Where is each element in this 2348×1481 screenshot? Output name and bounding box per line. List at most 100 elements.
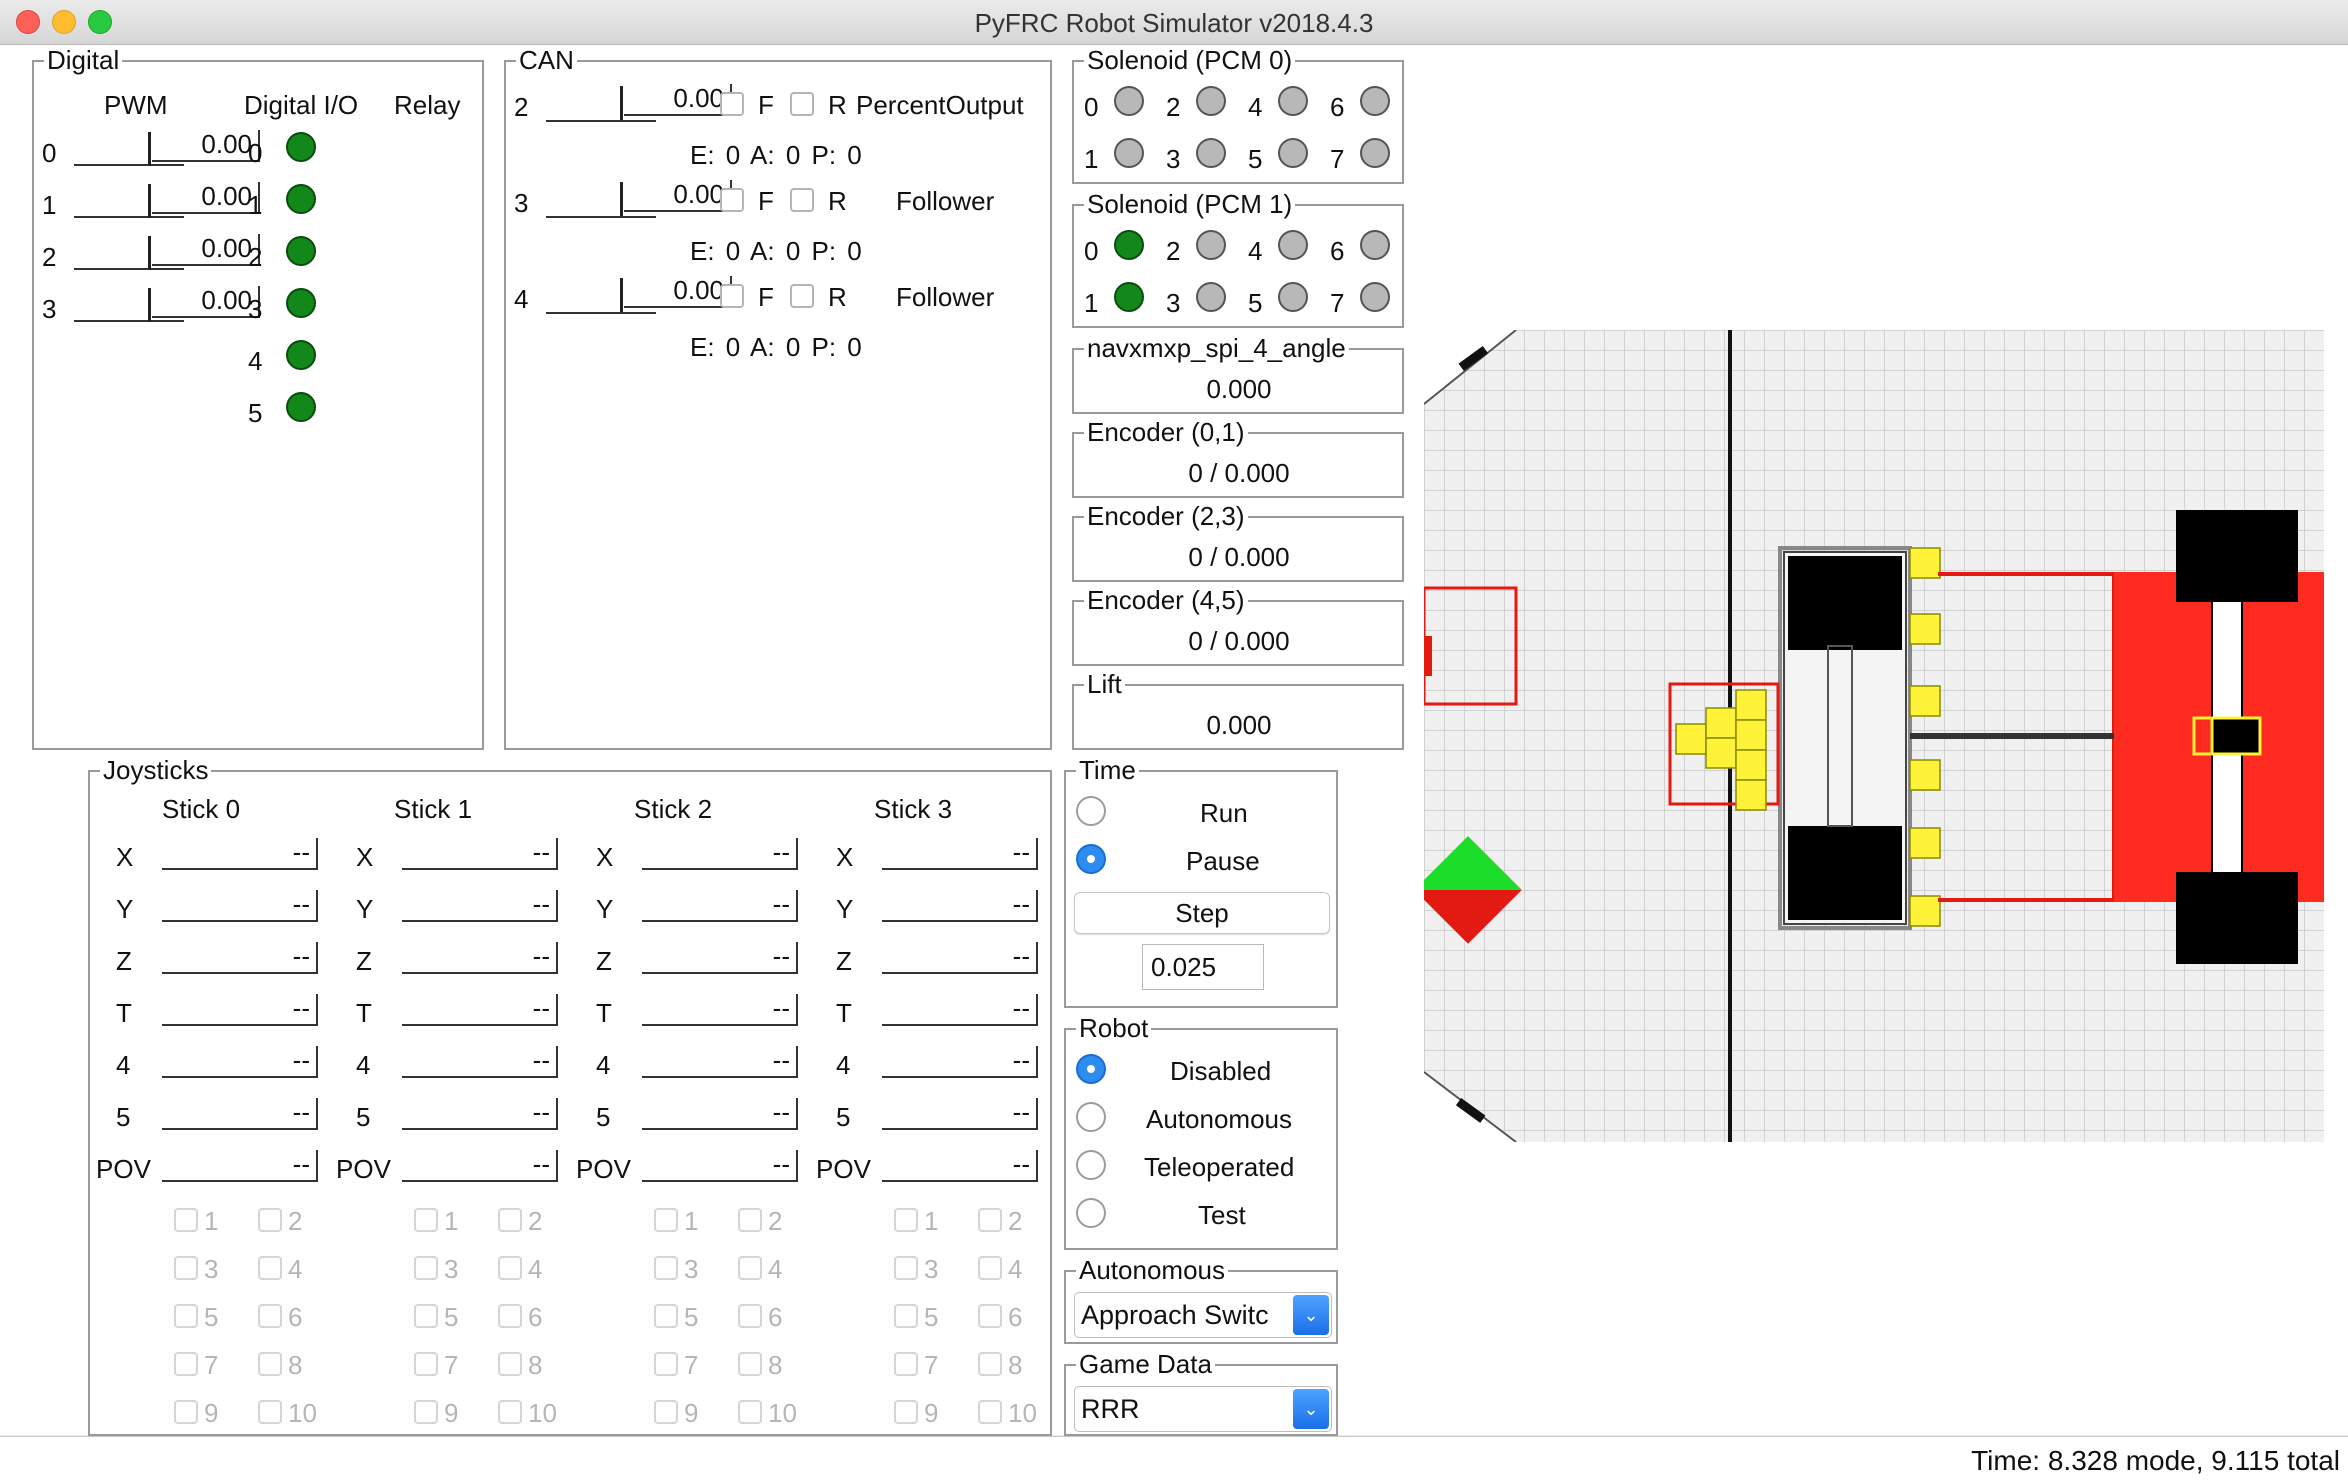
pwm-slider-handle-0[interactable] [148, 132, 151, 166]
axis-value[interactable]: -- [642, 890, 798, 922]
solenoid-led[interactable] [1360, 230, 1390, 260]
pwm-slider-handle-2[interactable] [148, 236, 151, 270]
pause-radio[interactable] [1076, 844, 1106, 874]
joystick-button-checkbox[interactable] [258, 1256, 282, 1280]
pwm-slider-2[interactable] [74, 268, 184, 270]
autonomous-select[interactable]: Approach Switc ⌄ [1074, 1292, 1332, 1338]
solenoid-led[interactable] [1114, 230, 1144, 260]
pwm-slider-1[interactable] [74, 216, 184, 218]
joystick-button-checkbox[interactable] [978, 1352, 1002, 1376]
axis-value[interactable]: -- [402, 890, 558, 922]
joystick-button-checkbox[interactable] [498, 1304, 522, 1328]
can-reverse-checkbox[interactable] [790, 92, 814, 116]
can-slider[interactable] [546, 216, 656, 218]
joystick-button-checkbox[interactable] [738, 1208, 762, 1232]
solenoid-led[interactable] [1196, 86, 1226, 116]
axis-value[interactable]: -- [162, 942, 318, 974]
axis-value[interactable]: -- [882, 942, 1038, 974]
joystick-button-checkbox[interactable] [654, 1352, 678, 1376]
joystick-button-checkbox[interactable] [498, 1352, 522, 1376]
joystick-button-checkbox[interactable] [258, 1400, 282, 1424]
joystick-button-checkbox[interactable] [414, 1352, 438, 1376]
axis-value[interactable]: -- [642, 942, 798, 974]
axis-value[interactable]: -- [402, 1046, 558, 1078]
joystick-button-checkbox[interactable] [978, 1256, 1002, 1280]
joystick-button-checkbox[interactable] [894, 1352, 918, 1376]
joystick-button-checkbox[interactable] [258, 1352, 282, 1376]
axis-value[interactable]: -- [162, 994, 318, 1026]
run-radio[interactable] [1076, 796, 1106, 826]
can-slider-handle[interactable] [620, 278, 623, 312]
joystick-button-checkbox[interactable] [498, 1256, 522, 1280]
joystick-button-checkbox[interactable] [174, 1400, 198, 1424]
joystick-button-checkbox[interactable] [894, 1304, 918, 1328]
solenoid-led[interactable] [1278, 230, 1308, 260]
axis-value[interactable]: -- [882, 1046, 1038, 1078]
axis-value[interactable]: -- [882, 1150, 1038, 1182]
joystick-button-checkbox[interactable] [978, 1304, 1002, 1328]
disabled-radio[interactable] [1076, 1054, 1106, 1084]
test-radio[interactable] [1076, 1198, 1106, 1228]
solenoid-led[interactable] [1196, 230, 1226, 260]
axis-value[interactable]: -- [162, 1150, 318, 1182]
solenoid-led[interactable] [1114, 282, 1144, 312]
joystick-button-checkbox[interactable] [978, 1208, 1002, 1232]
solenoid-led[interactable] [1360, 282, 1390, 312]
game-data-select[interactable]: RRR ⌄ [1074, 1386, 1332, 1432]
joystick-button-checkbox[interactable] [414, 1304, 438, 1328]
dio-led-3[interactable] [286, 288, 316, 318]
can-reverse-checkbox[interactable] [790, 284, 814, 308]
joystick-button-checkbox[interactable] [174, 1208, 198, 1232]
solenoid-led[interactable] [1278, 86, 1308, 116]
joystick-button-checkbox[interactable] [894, 1400, 918, 1424]
joystick-button-checkbox[interactable] [174, 1304, 198, 1328]
solenoid-led[interactable] [1360, 138, 1390, 168]
axis-value[interactable]: -- [402, 942, 558, 974]
dio-led-4[interactable] [286, 340, 316, 370]
axis-value[interactable]: -- [642, 1098, 798, 1130]
joystick-button-checkbox[interactable] [978, 1400, 1002, 1424]
axis-value[interactable]: -- [642, 1150, 798, 1182]
can-slider[interactable] [546, 312, 656, 314]
joystick-button-checkbox[interactable] [738, 1400, 762, 1424]
joystick-button-checkbox[interactable] [654, 1256, 678, 1280]
axis-value[interactable]: -- [402, 1098, 558, 1130]
axis-value[interactable]: -- [402, 838, 558, 870]
axis-value[interactable]: -- [162, 890, 318, 922]
joystick-button-checkbox[interactable] [414, 1400, 438, 1424]
step-value-input[interactable]: 0.025 [1142, 944, 1264, 990]
field-view[interactable] [1414, 329, 2324, 1143]
joystick-button-checkbox[interactable] [258, 1304, 282, 1328]
joystick-button-checkbox[interactable] [738, 1352, 762, 1376]
joystick-button-checkbox[interactable] [654, 1304, 678, 1328]
joystick-button-checkbox[interactable] [258, 1208, 282, 1232]
step-button[interactable]: Step [1074, 892, 1330, 934]
axis-value[interactable]: -- [882, 838, 1038, 870]
solenoid-led[interactable] [1278, 282, 1308, 312]
axis-value[interactable]: -- [162, 1098, 318, 1130]
axis-value[interactable]: -- [642, 994, 798, 1026]
can-forward-checkbox[interactable] [720, 92, 744, 116]
can-slider[interactable] [546, 120, 656, 122]
dio-led-1[interactable] [286, 184, 316, 214]
pwm-slider-0[interactable] [74, 164, 184, 166]
can-forward-checkbox[interactable] [720, 284, 744, 308]
joystick-button-checkbox[interactable] [498, 1400, 522, 1424]
solenoid-led[interactable] [1114, 86, 1144, 116]
axis-value[interactable]: -- [162, 838, 318, 870]
solenoid-led[interactable] [1360, 86, 1390, 116]
joystick-button-checkbox[interactable] [654, 1400, 678, 1424]
joystick-button-checkbox[interactable] [174, 1256, 198, 1280]
joystick-button-checkbox[interactable] [414, 1256, 438, 1280]
solenoid-led[interactable] [1114, 138, 1144, 168]
dio-led-0[interactable] [286, 132, 316, 162]
joystick-button-checkbox[interactable] [414, 1208, 438, 1232]
joystick-button-checkbox[interactable] [738, 1256, 762, 1280]
axis-value[interactable]: -- [882, 890, 1038, 922]
axis-value[interactable]: -- [642, 838, 798, 870]
dio-led-5[interactable] [286, 392, 316, 422]
axis-value[interactable]: -- [402, 1150, 558, 1182]
pwm-slider-handle-1[interactable] [148, 184, 151, 218]
joystick-button-checkbox[interactable] [654, 1208, 678, 1232]
solenoid-led[interactable] [1278, 138, 1308, 168]
